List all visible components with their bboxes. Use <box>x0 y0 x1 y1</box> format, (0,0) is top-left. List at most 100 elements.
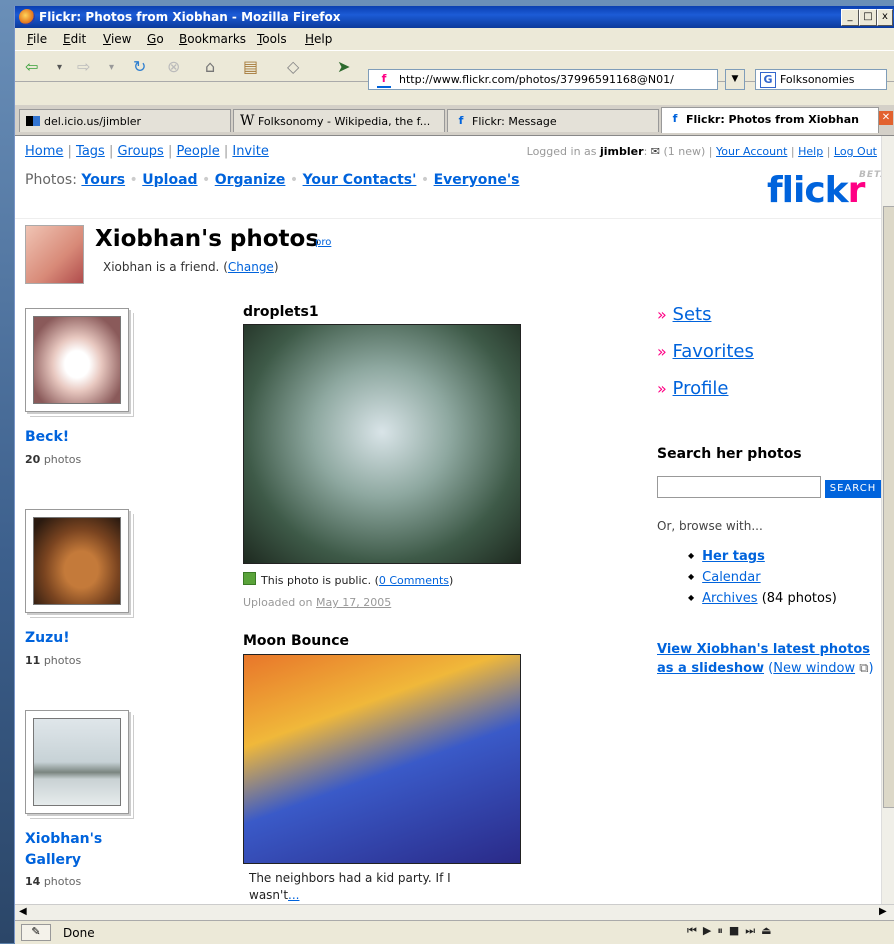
upload-date: Uploaded on May 17, 2005 <box>243 596 392 609</box>
delicious-icon <box>26 116 40 126</box>
photos-everyone-link[interactable]: Everyone's <box>434 172 520 188</box>
scrollbar-thumb[interactable] <box>883 206 894 808</box>
photo-title[interactable]: Moon Bounce <box>243 633 349 649</box>
her-tags-link[interactable]: Her tags <box>688 549 765 564</box>
help-link[interactable]: Help <box>798 145 823 158</box>
comments-link[interactable]: 0 Comments <box>379 574 449 587</box>
mail-icon[interactable]: ✉ <box>651 145 660 158</box>
vertical-scrollbar[interactable] <box>881 136 894 904</box>
stop-icon[interactable]: ⊗ <box>167 57 180 76</box>
menu-go[interactable]: Go <box>147 32 164 46</box>
slideshow-link[interactable]: View Xiobhan's latest photos as a slides… <box>657 640 881 678</box>
forward-dropdown-icon[interactable]: ▾ <box>109 62 114 73</box>
calendar-link[interactable]: Calendar <box>688 570 760 585</box>
tab-delicious[interactable]: del.icio.us/jimbler <box>19 109 231 132</box>
url-dropdown-button[interactable]: ▼ <box>725 69 745 90</box>
menu-help[interactable]: Help <box>305 32 332 46</box>
profile-link[interactable]: » Profile <box>657 378 729 399</box>
new-window-icon: ⧉ <box>859 661 869 676</box>
media-controls-icon[interactable]: ⏮▶⏸■⏭⏏ <box>687 924 778 938</box>
maximize-button[interactable]: □ <box>859 9 877 26</box>
buddy-icon[interactable] <box>25 225 84 284</box>
tab-flickr-photos[interactable]: f Flickr: Photos from Xiobhan <box>661 107 879 133</box>
leaf-icon[interactable]: ➤ <box>337 57 350 76</box>
nav-people[interactable]: People <box>177 144 220 159</box>
nav-invite[interactable]: Invite <box>232 144 268 159</box>
window-title: Flickr: Photos from Xiobhan - Mozilla Fi… <box>39 10 341 24</box>
menu-file[interactable]: File <box>27 32 47 46</box>
title-bar[interactable]: Flickr: Photos from Xiobhan - Mozilla Fi… <box>15 6 894 28</box>
status-bar: ✎ Done ⏮▶⏸■⏭⏏ <box>15 920 894 944</box>
horizontal-scrollbar[interactable]: ◀ ▶ <box>15 904 894 921</box>
search-engine-box[interactable]: G Folksonomies <box>755 69 887 90</box>
photos-organize-link[interactable]: Organize <box>215 172 286 188</box>
photos-subnav: Photos: Yours • Upload • Organize • Your… <box>25 172 520 188</box>
beta-label: BETA <box>859 170 881 180</box>
pro-badge[interactable]: pro <box>315 237 331 248</box>
menu-bar: File Edit View Go Bookmarks Tools Help <box>15 29 894 49</box>
close-tab-icon[interactable]: ✕ <box>879 111 893 125</box>
new-window-link[interactable]: New window <box>773 661 855 676</box>
tab-bar: del.icio.us/jimbler W Folksonomy - Wikip… <box>15 105 894 136</box>
search-input[interactable] <box>657 476 821 498</box>
firefox-icon <box>19 9 35 25</box>
search-engine-label: Folksonomies <box>780 73 855 86</box>
logout-link[interactable]: Log Out <box>834 145 877 158</box>
tab-label: Flickr: Photos from Xiobhan <box>686 113 860 126</box>
photos-contacts-link[interactable]: Your Contacts' <box>303 172 417 188</box>
menu-bookmarks[interactable]: Bookmarks <box>179 32 246 46</box>
nav-home[interactable]: Home <box>25 144 63 159</box>
forward-icon[interactable]: ⇨ <box>77 57 90 76</box>
friend-status: Xiobhan is a friend. (Change) <box>103 260 279 274</box>
tab-wikipedia[interactable]: W Folksonomy - Wikipedia, the f... <box>233 109 445 132</box>
archives-link[interactable]: Archives (84 photos) <box>688 591 837 606</box>
sets-link[interactable]: » Sets <box>657 304 711 325</box>
more-link[interactable]: ... <box>288 888 299 902</box>
flickr-logo[interactable]: flickr BETA <box>767 170 881 211</box>
photo-privacy: This photo is public. (0 Comments) <box>243 572 453 587</box>
set-title[interactable]: Zuzu! <box>25 628 135 649</box>
message-count[interactable]: (1 new) <box>663 145 705 158</box>
your-account-link[interactable]: Your Account <box>716 145 787 158</box>
menu-edit[interactable]: Edit <box>63 32 86 46</box>
scroll-right-icon[interactable]: ▶ <box>879 906 887 917</box>
nav-groups[interactable]: Groups <box>117 144 163 159</box>
url-bar[interactable]: f http://www.flickr.com/photos/379965911… <box>368 69 718 90</box>
search-heading: Search her photos <box>657 446 802 462</box>
tab-label: Flickr: Message <box>472 115 557 128</box>
tag-icon[interactable]: ◇ <box>287 57 299 76</box>
menu-view[interactable]: View <box>103 32 131 46</box>
nav-tags[interactable]: Tags <box>76 144 105 159</box>
minimize-button[interactable]: _ <box>841 9 859 26</box>
tab-flickr-message[interactable]: f Flickr: Message <box>447 109 659 132</box>
upload-date-link[interactable]: May 17, 2005 <box>316 596 391 609</box>
back-icon[interactable]: ⇦ <box>25 57 38 76</box>
set-title[interactable]: Beck! <box>25 427 135 448</box>
scroll-left-icon[interactable]: ◀ <box>19 906 27 917</box>
favorites-link[interactable]: » Favorites <box>657 341 754 362</box>
photo-moon-bounce[interactable] <box>243 654 521 864</box>
photos-upload-link[interactable]: Upload <box>142 172 197 188</box>
browser-window: Flickr: Photos from Xiobhan - Mozilla Fi… <box>14 6 894 944</box>
account-bar: Logged in as jimbler: ✉ (1 new) | Your A… <box>526 145 877 158</box>
change-link[interactable]: Change <box>228 260 274 274</box>
set-thumbnail[interactable] <box>25 509 129 613</box>
set-thumbnail[interactable] <box>25 710 129 814</box>
home-icon[interactable]: ⌂ <box>205 57 215 76</box>
bookmarks-icon[interactable]: ▤ <box>243 57 258 76</box>
set-title[interactable]: Xiobhan's Gallery <box>25 829 135 871</box>
photo-caption: The neighbors had a kid party. If I wasn… <box>249 871 451 902</box>
menu-tools[interactable]: Tools <box>257 32 287 46</box>
photo-droplets[interactable] <box>243 324 521 564</box>
close-button[interactable]: x <box>877 9 893 26</box>
flickr-favicon-icon: f <box>377 72 391 88</box>
photo-title[interactable]: droplets1 <box>243 304 319 320</box>
set-thumbnail[interactable] <box>25 308 129 412</box>
set-image <box>33 517 121 605</box>
photos-yours-link[interactable]: Yours <box>81 172 125 188</box>
google-icon: G <box>760 72 776 88</box>
back-dropdown-icon[interactable]: ▾ <box>57 62 62 73</box>
search-button[interactable]: SEARCH <box>825 480 881 498</box>
page-content: Home | Tags | Groups | People | Invite L… <box>15 136 881 904</box>
reload-icon[interactable]: ↻ <box>133 57 146 76</box>
